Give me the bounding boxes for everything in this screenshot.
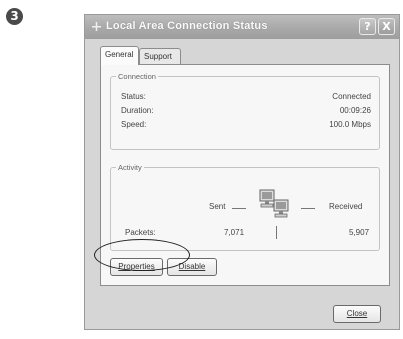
packets-separator bbox=[276, 226, 277, 239]
sent-label: Sent bbox=[209, 202, 226, 211]
network-connection-icon bbox=[92, 22, 101, 31]
connection-group: Connection Status: Connected Duration: 0… bbox=[110, 72, 380, 150]
speed-label: Speed: bbox=[121, 120, 147, 129]
received-line bbox=[301, 208, 315, 209]
duration-value: 00:09:26 bbox=[339, 106, 371, 115]
packets-sent-value: 7,071 bbox=[224, 228, 245, 237]
received-label: Received bbox=[329, 202, 363, 211]
activity-group: Activity Sent Received Packets: 7,071 5,… bbox=[110, 163, 380, 251]
close-button[interactable]: Close bbox=[333, 305, 381, 323]
packets-label: Packets: bbox=[125, 228, 156, 237]
sent-line bbox=[232, 208, 246, 209]
tab-general[interactable]: General bbox=[100, 46, 139, 65]
status-label: Status: bbox=[121, 92, 146, 101]
duration-label: Duration: bbox=[121, 106, 154, 115]
tab-support[interactable]: Support bbox=[139, 48, 181, 65]
packets-highlight-ellipse bbox=[94, 239, 190, 271]
window-close-button[interactable]: X bbox=[378, 18, 395, 35]
speed-value: 100.0 Mbps bbox=[329, 120, 371, 129]
help-button[interactable]: ? bbox=[359, 18, 376, 35]
packets-received-value: 5,907 bbox=[349, 228, 370, 237]
network-computers-icon bbox=[259, 189, 289, 218]
status-value: Connected bbox=[332, 92, 371, 101]
connection-legend: Connection bbox=[118, 72, 156, 81]
activity-legend: Activity bbox=[118, 163, 142, 172]
title-bar: Local Area Connection Status ? X bbox=[85, 15, 399, 39]
window-title: Local Area Connection Status bbox=[106, 20, 268, 32]
connection-status-window: Local Area Connection Status ? X General… bbox=[84, 14, 400, 330]
step-number-badge: 3 bbox=[6, 8, 23, 25]
